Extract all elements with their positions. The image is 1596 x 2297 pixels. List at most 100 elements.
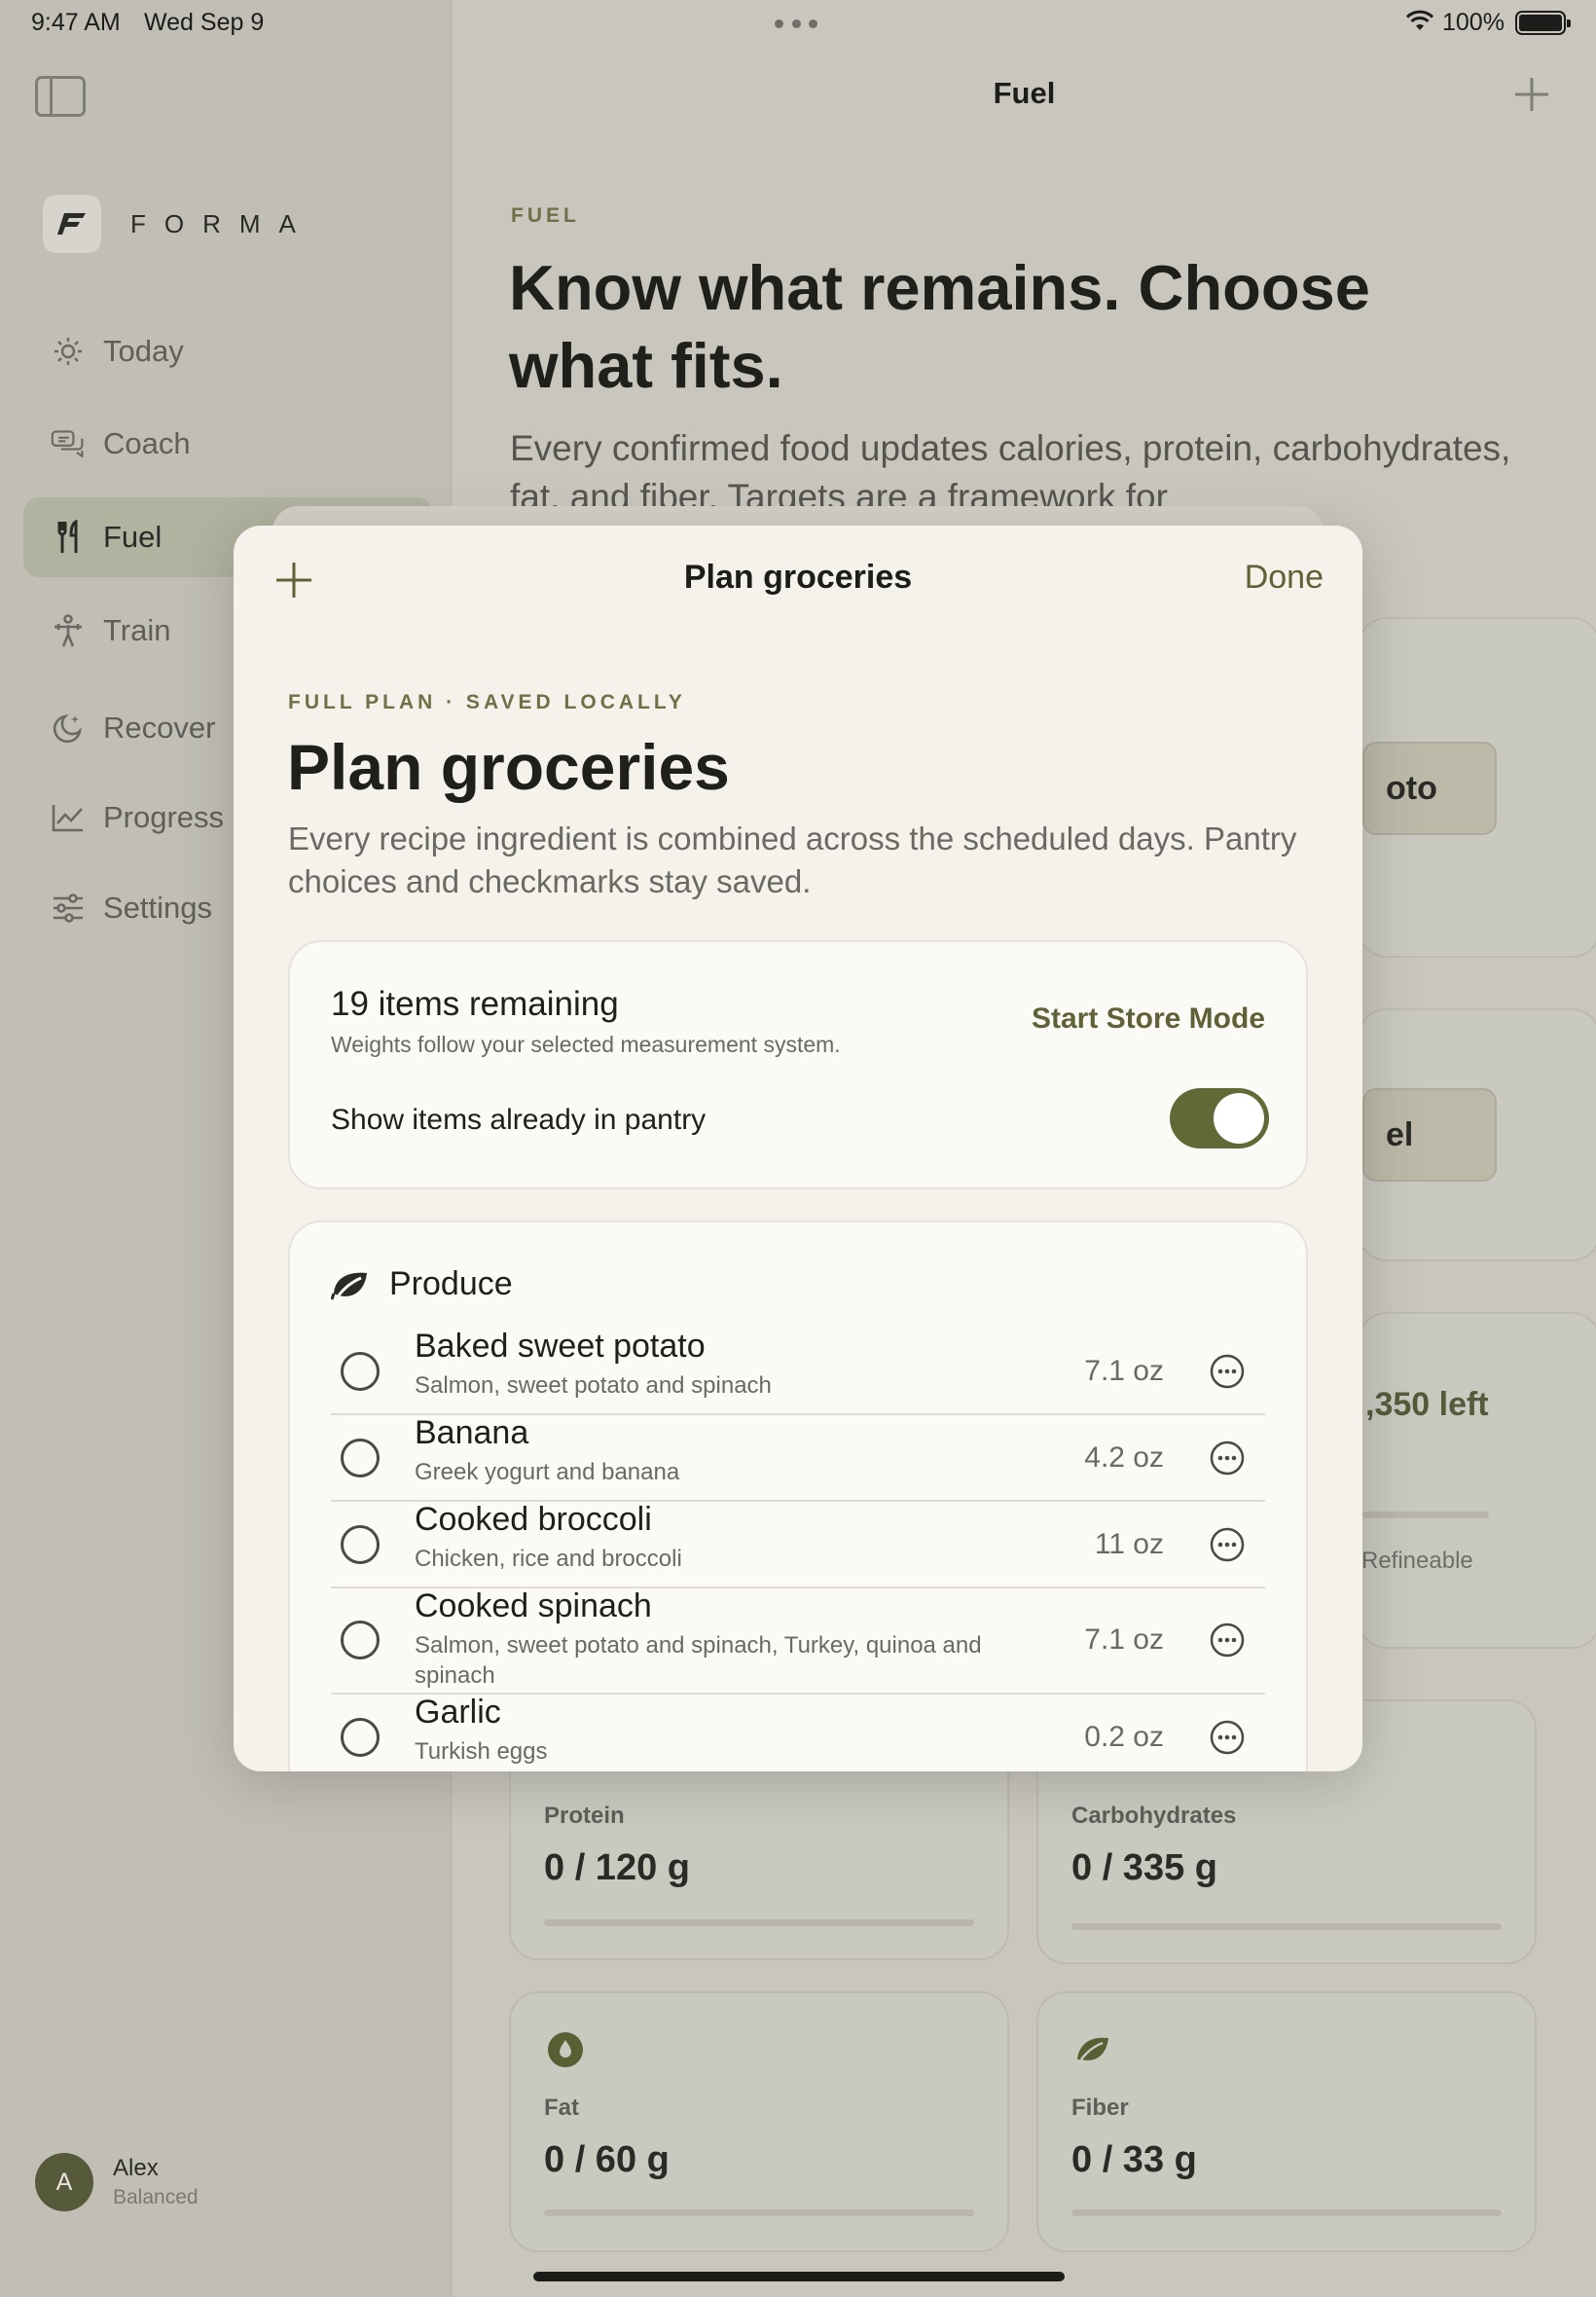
produce-section: Produce Baked sweet potato Salmon, sweet… [288,1221,1308,1771]
item-source: Turkish eggs [415,1738,548,1765]
user-mode: Balanced [113,2186,199,2208]
macro-value: 0 / 120 g [544,1847,690,1888]
item-name: Garlic [415,1694,501,1731]
home-indicator[interactable] [533,2272,1065,2281]
sidebar-item-label: Train [103,613,171,647]
grocery-summary-card: 19 items remaining Weights follow your s… [288,940,1308,1189]
item-quantity: 0.2 oz [1084,1721,1164,1753]
pantry-toggle[interactable] [1170,1088,1269,1148]
measurement-hint: Weights follow your selected measurement… [331,1032,841,1057]
item-name: Baked sweet potato [415,1328,706,1365]
macro-track [544,1919,974,1926]
sidebar-item-label: Coach [103,426,191,460]
user-profile[interactable]: A Alex Balanced [35,2153,199,2211]
fork-knife-icon [51,520,86,555]
status-date: Wed Sep 9 [144,9,265,36]
macro-value: 0 / 33 g [1071,2139,1197,2180]
list-item[interactable]: Garlic Turkish eggs 0.2 oz [331,1694,1265,1771]
drop-icon [548,2032,583,2067]
sidebar-toggle-icon[interactable] [35,76,86,117]
status-bar: 9:47 AM Wed Sep 9 100% [0,0,1596,47]
macro-value: 0 / 335 g [1071,1847,1217,1888]
background-card [1358,1312,1596,1649]
item-name: Banana [415,1414,529,1451]
add-icon[interactable] [1513,76,1550,113]
calories-left: ,350 left [1365,1386,1489,1423]
checkbox[interactable] [341,1525,380,1564]
item-source: Salmon, sweet potato and spinach, Turkey… [415,1632,982,1689]
macro-label: Protein [544,1803,625,1829]
list-item[interactable]: Banana Greek yogurt and banana 4.2 oz [331,1414,1265,1502]
sheet-description: Every recipe ingredient is combined acro… [288,820,1297,899]
hero-subtitle: Every confirmed food updates calories, p… [510,428,1511,514]
item-name: Cooked broccoli [415,1501,652,1538]
items-remaining: 19 items remaining [331,985,619,1023]
more-options-icon[interactable] [1209,1719,1246,1756]
pantry-toggle-label: Show items already in pantry [331,1104,707,1136]
fiber-card[interactable]: Fiber 0 / 33 g [1036,1991,1537,2252]
macro-track [544,2209,974,2216]
section-title: Produce [389,1265,513,1302]
macro-label: Fiber [1071,2095,1129,2121]
battery-icon [1515,11,1571,35]
checkbox[interactable] [341,1621,380,1659]
leaf-icon [1077,2037,1108,2060]
item-source: Salmon, sweet potato and spinach [415,1372,772,1399]
more-options-icon[interactable] [1209,1526,1246,1563]
calories-track [1362,1512,1489,1518]
macro-value: 0 / 60 g [544,2139,670,2180]
sidebar-item-label: Settings [103,891,213,925]
sidebar-item-coach[interactable]: Coach [23,404,432,484]
start-store-mode-button[interactable]: Start Store Mode [1032,1003,1265,1036]
sheet-header: Plan groceries Done [234,526,1362,633]
fat-card[interactable]: Fat 0 / 60 g [509,1991,1009,2252]
figure-strength-icon [51,613,86,648]
chat-bubbles-icon [51,426,86,461]
more-options-icon[interactable] [1209,1622,1246,1659]
item-quantity: 7.1 oz [1084,1623,1164,1656]
multitasking-dots-icon[interactable] [775,19,817,29]
leaf-icon [331,1272,367,1299]
page-title: Fuel [993,76,1056,110]
avatar: A [35,2153,93,2211]
item-quantity: 4.2 oz [1084,1441,1164,1474]
wifi-icon [1405,10,1434,30]
background-pill: oto [1362,742,1497,835]
more-options-icon[interactable] [1209,1440,1246,1477]
sidebar-item-label: Recover [103,711,216,745]
brand-name: FORMA [130,208,314,238]
sun-icon [51,334,86,369]
list-item[interactable]: Cooked broccoli Chicken, rice and brocco… [331,1501,1265,1588]
macro-track [1071,1923,1502,1930]
item-source: Chicken, rice and broccoli [415,1546,682,1572]
checkbox[interactable] [341,1352,380,1391]
sheet-eyebrow: FULL PLAN · SAVED LOCALLY [288,691,686,713]
done-button[interactable]: Done [1245,559,1324,597]
item-source: Greek yogurt and banana [415,1459,680,1485]
item-name: Cooked spinach [415,1587,652,1624]
more-options-icon[interactable] [1209,1353,1246,1390]
battery-percentage: 100% [1442,9,1505,36]
sidebar-item-today[interactable]: Today [23,311,432,391]
section-eyebrow: FUEL [511,204,580,227]
refineable-label: Refineable [1361,1548,1473,1574]
sidebar-item-label: Fuel [103,520,163,554]
hero-heading: Know what remains. Choose what fits. [509,252,1370,401]
list-item[interactable]: Cooked spinach Salmon, sweet potato and … [331,1587,1265,1695]
status-time: 9:47 AM [31,9,121,36]
sheet-title: Plan groceries [683,559,913,596]
macro-label: Carbohydrates [1071,1803,1237,1829]
sheet-heading: Plan groceries [287,731,730,803]
macro-track [1071,2209,1502,2216]
chart-line-icon [51,800,86,835]
moon-icon [51,711,86,746]
list-item[interactable]: Baked sweet potato Salmon, sweet potato … [331,1328,1265,1415]
sidebar-item-label: Today [103,334,184,368]
sidebar-item-label: Progress [103,800,225,834]
plan-groceries-sheet: Plan groceries Done FULL PLAN · SAVED LO… [234,526,1362,1771]
item-quantity: 11 oz [1094,1528,1164,1560]
user-name: Alex [113,2155,159,2181]
background-pill: el [1362,1088,1497,1182]
checkbox[interactable] [341,1439,380,1477]
checkbox[interactable] [341,1718,380,1757]
